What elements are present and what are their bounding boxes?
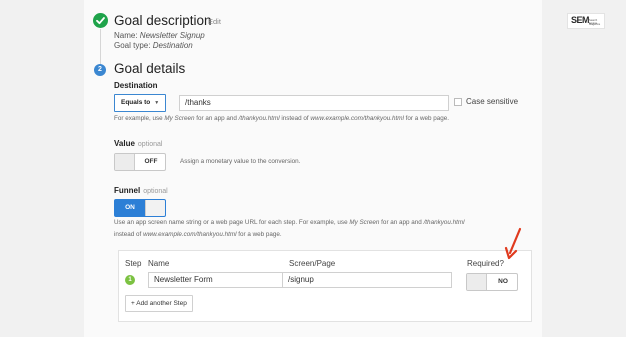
destination-input[interactable]: /thanks [179, 95, 449, 111]
help-text: instead of [279, 115, 311, 122]
help-example: www.example.com/thankyou.html [143, 231, 237, 238]
value-label-row: Value optional [114, 139, 162, 148]
goal-description-title: Goal description [114, 13, 212, 28]
help-example: My Screen [349, 219, 380, 226]
destination-label: Destination [114, 81, 158, 90]
logo-line2: Magazine [589, 23, 601, 26]
step-screen-input[interactable]: /signup [282, 272, 452, 288]
funnel-help-line2: instead of www.example.com/thankyou.html… [114, 231, 282, 238]
match-type-value: Equals to [121, 99, 151, 106]
goal-details-title: Goal details [114, 61, 186, 76]
help-text: Use an app screen name string or a web p… [114, 219, 350, 226]
help-text: instead of [114, 231, 144, 238]
toggle-state-label: OFF [144, 158, 158, 165]
goal-type-line: Goal type: Destination [114, 41, 193, 50]
help-text: for an app and [194, 115, 239, 122]
step-two-badge: 2 [94, 64, 106, 76]
required-toggle[interactable]: NO [466, 273, 518, 291]
goal-name-line: Name: Newsletter Signup [114, 31, 205, 40]
goal-type-value: Destination [152, 41, 193, 50]
help-text: for a web page. [403, 115, 450, 122]
value-toggle[interactable]: OFF [114, 153, 166, 171]
match-type-dropdown[interactable]: Equals to ▼ [114, 94, 167, 112]
toggle-state-label: ON [125, 204, 135, 211]
red-arrow-icon [504, 227, 522, 260]
column-header-required: Required? [467, 259, 504, 268]
step-number-badge: 1 [125, 275, 135, 285]
funnel-label-row: Funnel optional [114, 186, 168, 195]
funnel-optional: optional [143, 188, 168, 195]
edit-link[interactable]: Edit [208, 17, 221, 26]
funnel-label: Funnel [114, 186, 141, 195]
funnel-toggle[interactable]: ON [114, 199, 166, 217]
help-text: for a web page. [236, 231, 282, 238]
case-sensitive-checkbox[interactable] [454, 98, 462, 106]
step-name-input[interactable]: Newsletter Form [148, 272, 283, 288]
column-header-screen: Screen/Page [289, 259, 336, 268]
help-example: My Screen [164, 115, 195, 122]
logo-mark: SEM [571, 15, 590, 25]
check-icon [93, 13, 108, 28]
help-text: for an app and [379, 219, 424, 226]
goal-type-label: Goal type: [114, 41, 151, 50]
chevron-down-icon: ▼ [154, 100, 160, 106]
funnel-help-line1: Use an app screen name string or a web p… [114, 219, 465, 226]
goal-name-label: Name: [114, 31, 138, 40]
case-sensitive-label: Case sensitive [466, 97, 519, 106]
column-header-name: Name [148, 259, 170, 268]
value-help: Assign a monetary value to the conversio… [180, 158, 301, 165]
help-example: /thankyou.html [423, 219, 465, 226]
value-label: Value [114, 139, 135, 148]
toggle-knob [145, 200, 165, 216]
value-optional: optional [137, 141, 163, 148]
destination-help: For example, use My Screen for an app an… [114, 115, 449, 122]
toggle-knob [467, 274, 487, 290]
help-example: www.example.com/thankyou.html [310, 115, 404, 122]
help-text: For example, use [114, 115, 165, 122]
help-example: /thankyou.html [238, 115, 280, 122]
add-another-step-button[interactable]: + Add another Step [125, 295, 193, 312]
toggle-state-label: NO [498, 278, 508, 285]
column-header-step: Step [125, 259, 142, 268]
toggle-knob [115, 154, 135, 170]
goal-name-value: Newsletter Signup [139, 31, 205, 40]
step-connector-line [100, 29, 101, 65]
sem-logo: SEM Search Engine Magazine [567, 13, 605, 29]
